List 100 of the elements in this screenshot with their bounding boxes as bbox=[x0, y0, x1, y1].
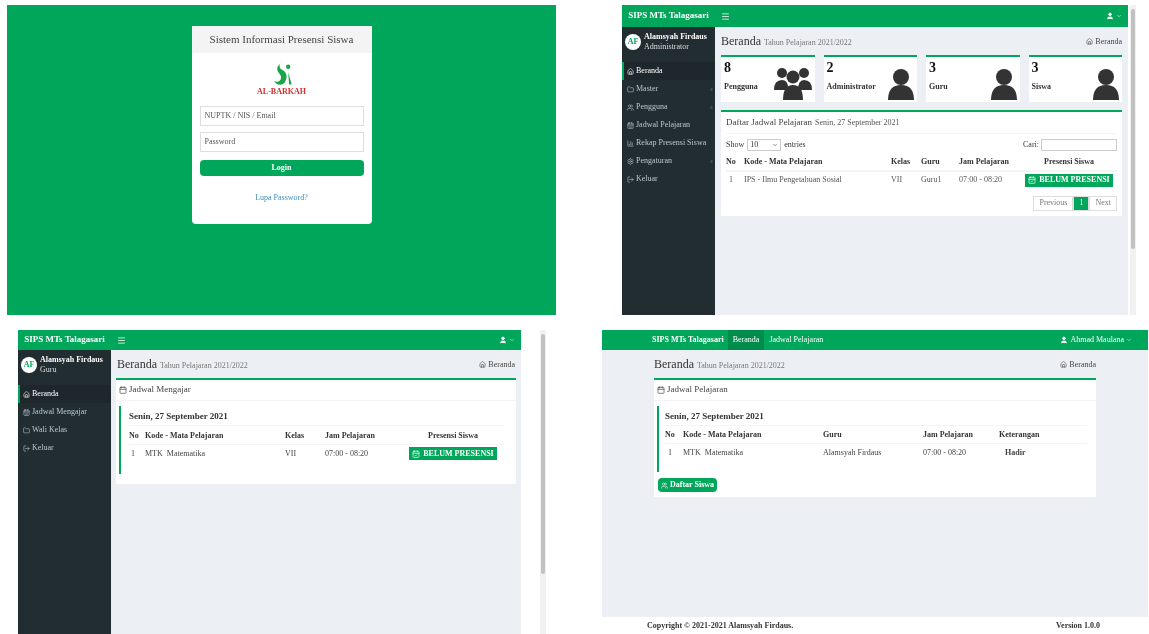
column-header: Kelas bbox=[285, 430, 306, 442]
entries-dropdown[interactable]: 10 bbox=[747, 138, 782, 151]
sidebar-item[interactable]: Beranda bbox=[622, 62, 715, 80]
column-header: No bbox=[726, 155, 737, 168]
folder-icon bbox=[23, 426, 30, 434]
sidebar-item[interactable]: Master bbox=[622, 80, 715, 98]
home-icon bbox=[1086, 38, 1094, 45]
user-role: Guru bbox=[40, 365, 58, 375]
stat-value: 3 bbox=[1031, 59, 1040, 77]
breadcrumb[interactable]: Beranda bbox=[1095, 35, 1122, 48]
caret-icon[interactable] bbox=[1126, 337, 1132, 343]
stat-value: 2 bbox=[826, 59, 835, 77]
column-header: No bbox=[129, 430, 140, 442]
page-title: Beranda bbox=[721, 33, 761, 50]
menu-icon[interactable] bbox=[721, 11, 730, 21]
column-header: Jam Pelajaran bbox=[959, 155, 1010, 168]
show-label: Show bbox=[726, 138, 745, 151]
user-name: Alamsyah Firdaus bbox=[40, 355, 103, 365]
entries-label: entries bbox=[784, 138, 806, 151]
table-cell: Matematika bbox=[166, 447, 205, 460]
stat-label: Guru bbox=[929, 80, 948, 93]
sidebar-item[interactable]: Wali Kelas bbox=[18, 421, 111, 439]
bar-chart-icon bbox=[627, 139, 634, 147]
user-icon bbox=[990, 68, 1017, 100]
user-icon bbox=[888, 68, 914, 100]
stat-label: Pengguna bbox=[724, 80, 758, 93]
logout-icon bbox=[23, 444, 30, 452]
caret-icon[interactable] bbox=[1116, 13, 1122, 19]
caret-icon[interactable] bbox=[509, 337, 515, 343]
forgot-password-link[interactable]: Lupa Password? bbox=[255, 191, 308, 204]
user-role: Administrator bbox=[644, 42, 690, 52]
table-cell-text: 07:00 - 08:20 bbox=[923, 447, 968, 459]
stat-value: 3 bbox=[929, 59, 937, 77]
sidebar-item[interactable]: Keluar bbox=[18, 439, 111, 457]
search-label: Cari: bbox=[1023, 138, 1039, 151]
table-cell-text: 1 bbox=[728, 174, 734, 186]
column-header: Kode - Mata Pelajaran bbox=[145, 430, 225, 442]
logout-icon bbox=[627, 175, 634, 183]
folder-icon bbox=[627, 85, 634, 93]
calendar-icon bbox=[23, 408, 30, 416]
sidebar-item[interactable]: Jadwal Mengajar bbox=[18, 403, 111, 421]
page-title: Beranda bbox=[654, 356, 694, 373]
scrollbar[interactable] bbox=[1130, 5, 1136, 315]
table-cell: MTK bbox=[145, 447, 163, 460]
sidebar-item[interactable]: Pengaturan bbox=[622, 152, 715, 170]
pagination-button[interactable]: Next bbox=[1089, 195, 1117, 211]
logo-text: AL-BARKAH bbox=[257, 87, 306, 96]
caret-icon bbox=[772, 141, 779, 148]
users-icon bbox=[627, 103, 634, 111]
column-header: Guru bbox=[921, 155, 941, 168]
users-icon bbox=[661, 481, 668, 489]
calendar-icon bbox=[627, 121, 634, 129]
column-header: Presensi Siswa bbox=[1043, 155, 1095, 168]
breadcrumb[interactable]: Beranda bbox=[1069, 358, 1096, 371]
table-cell-text: 1 bbox=[667, 447, 673, 459]
user-name: Alamsyah Firdaus bbox=[644, 32, 707, 42]
sidebar-item[interactable]: Beranda bbox=[18, 385, 111, 403]
home-icon bbox=[479, 361, 487, 368]
stat-value: 8 bbox=[724, 59, 732, 77]
column-header: No bbox=[665, 429, 676, 441]
user-icon bbox=[1093, 68, 1119, 100]
input-field[interactable]: Password bbox=[199, 131, 364, 152]
table-cell-text: IPS - Ilmu Pengetahuan Sosial bbox=[744, 174, 843, 186]
table-cell-text: Alamsyah Firdaus bbox=[823, 447, 883, 459]
nav-link[interactable]: Beranda bbox=[727, 330, 765, 350]
table-cell-text: 07:00 - 08:20 bbox=[325, 447, 370, 460]
table-cell-text: 07:00 - 08:20 bbox=[959, 174, 1004, 186]
breadcrumb[interactable]: Beranda bbox=[488, 358, 515, 371]
calendar-icon bbox=[412, 449, 421, 458]
column-header: Kode - Mata Pelajaran bbox=[744, 155, 824, 168]
avatar: AF bbox=[625, 34, 641, 50]
user-icon[interactable] bbox=[1106, 12, 1114, 20]
calendar-icon bbox=[657, 385, 665, 394]
scrollbar[interactable] bbox=[540, 330, 546, 634]
calendar-icon bbox=[1028, 176, 1037, 184]
table-cell-text: Hadir bbox=[1004, 447, 1027, 459]
sidebar-item[interactable]: Pengguna bbox=[622, 98, 715, 116]
input-field[interactable]: NUPTK / NIS / Email bbox=[199, 105, 364, 126]
page-subtitle: Tahun Pelajaran 2021/2022 bbox=[764, 37, 852, 49]
sidebar-item[interactable]: Rekap Presensi Siswa bbox=[622, 134, 715, 152]
search-field[interactable] bbox=[1041, 138, 1117, 151]
column-header: Kode - Mata Pelajaran bbox=[683, 429, 763, 441]
pagination-button[interactable]: Previous bbox=[1033, 195, 1074, 211]
table-cell-text: Guru1 bbox=[921, 174, 943, 186]
settings-icon bbox=[627, 157, 634, 165]
card-subtitle: Senin, 27 September 2021 bbox=[814, 117, 900, 129]
column-header: Jam Pelajaran bbox=[325, 430, 376, 442]
chevron-icon bbox=[709, 104, 714, 110]
column-header: Keterangan bbox=[999, 429, 1041, 441]
calendar-icon bbox=[119, 385, 127, 394]
column-header: Jam Pelajaran bbox=[923, 429, 974, 441]
date-heading: Senin, 27 September 2021 bbox=[129, 409, 505, 426]
user-icon[interactable] bbox=[499, 336, 507, 344]
table-cell-text: 1 bbox=[130, 447, 136, 460]
column-header: Presensi Siswa bbox=[427, 430, 479, 442]
menu-icon[interactable] bbox=[117, 335, 126, 345]
users-icon bbox=[773, 66, 812, 100]
home-icon bbox=[627, 67, 634, 75]
sidebar-item[interactable]: Keluar bbox=[622, 170, 715, 188]
sidebar-item[interactable]: Jadwal Pelajaran bbox=[622, 116, 715, 134]
